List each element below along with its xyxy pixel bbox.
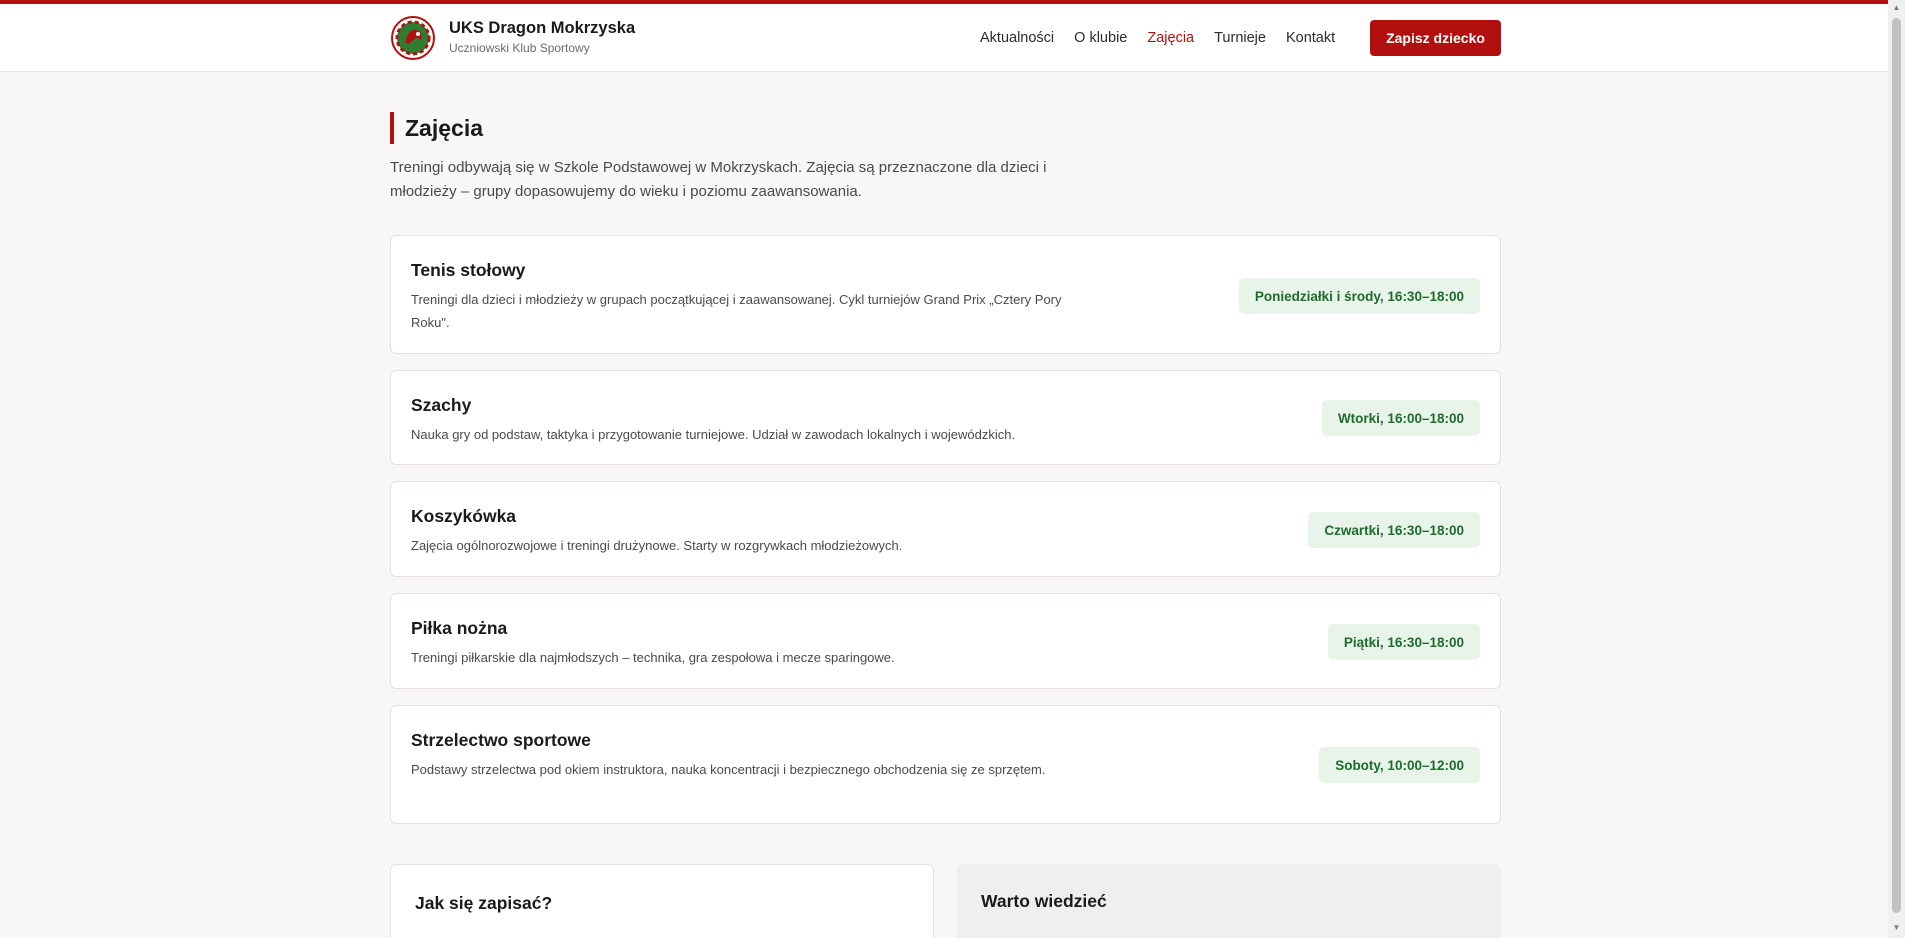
how-to-join-box: Jak się zapisać? bbox=[390, 864, 934, 938]
activity-description: Nauka gry od podstaw, taktyka i przygoto… bbox=[411, 427, 1016, 442]
scrollbar-thumb[interactable] bbox=[1892, 18, 1901, 913]
activity-card-strzelectwo: Strzelectwo sportowe Podstawy strzelectw… bbox=[390, 705, 1501, 824]
page-title-block: Zajęcia bbox=[390, 112, 483, 144]
nav-link-turnieje[interactable]: Turnieje bbox=[1214, 30, 1266, 46]
activity-name: Koszykówka bbox=[411, 506, 517, 526]
brand-subtitle: Uczniowski Klub Sportowy bbox=[449, 41, 590, 55]
club-crest-icon[interactable] bbox=[391, 16, 435, 60]
site-header: UKS Dragon Mokrzyska Uczniowski Klub Spo… bbox=[0, 4, 1888, 72]
scroll-up-icon[interactable]: ▲ bbox=[1892, 4, 1901, 12]
activity-name: Szachy bbox=[411, 395, 472, 415]
brand-title[interactable]: UKS Dragon Mokrzyska bbox=[449, 19, 635, 38]
main-nav: Aktualności O klubie Zajęcia Turnieje Ko… bbox=[980, 20, 1355, 56]
activity-card-szachy: Szachy Nauka gry od podstaw, taktyka i p… bbox=[390, 370, 1501, 465]
page-scrollbar[interactable]: ▲ ▼ bbox=[1888, 0, 1905, 938]
activity-name: Strzelectwo sportowe bbox=[411, 730, 591, 750]
activity-name: Tenis stołowy bbox=[411, 260, 526, 280]
page-title: Zajęcia bbox=[405, 115, 483, 141]
activity-card-pilka-nozna: Piłka nożna Treningi piłkarskie dla najm… bbox=[390, 593, 1501, 689]
nav-link-aktualnosci[interactable]: Aktualności bbox=[980, 30, 1054, 46]
schedule-badge: Wtorki, 16:00–18:00 bbox=[1321, 400, 1480, 436]
schedule-badge: Poniedziałki i środy, 16:30–18:00 bbox=[1238, 278, 1480, 314]
nav-link-zajecia[interactable]: Zajęcia bbox=[1147, 30, 1194, 46]
schedule-badge: Czwartki, 16:30–18:00 bbox=[1308, 512, 1480, 548]
good-to-know-title: Warto wiedzieć bbox=[981, 891, 1107, 911]
scroll-down-icon[interactable]: ▼ bbox=[1892, 924, 1901, 932]
schedule-badge: Soboty, 10:00–12:00 bbox=[1319, 747, 1480, 783]
enroll-child-button[interactable]: Zapisz dziecko bbox=[1370, 20, 1501, 56]
good-to-know-box: Warto wiedzieć bbox=[957, 864, 1501, 938]
page-intro: Treningi odbywają się w Szkole Podstawow… bbox=[390, 159, 1047, 200]
activity-name: Piłka nożna bbox=[411, 618, 508, 638]
activity-description: Podstawy strzelectwa pod okiem instrukto… bbox=[411, 762, 1046, 777]
activity-card-koszykowka: Koszykówka Zajęcia ogólnorozwojowe i tre… bbox=[390, 481, 1501, 577]
activity-description: Zajęcia ogólnorozwojowe i treningi druży… bbox=[411, 538, 903, 553]
activity-description: Treningi dla dzieci i młodzieży w grupac… bbox=[411, 292, 1062, 330]
activity-description: Treningi piłkarskie dla najmłodszych – t… bbox=[411, 650, 895, 665]
how-to-join-title: Jak się zapisać? bbox=[415, 893, 553, 913]
nav-link-kontakt[interactable]: Kontakt bbox=[1286, 30, 1335, 46]
nav-link-o-klubie[interactable]: O klubie bbox=[1074, 30, 1127, 46]
activity-card-tenis-stolowy: Tenis stołowy Treningi dla dzieci i młod… bbox=[390, 235, 1501, 354]
schedule-badge: Piątki, 16:30–18:00 bbox=[1327, 624, 1480, 660]
